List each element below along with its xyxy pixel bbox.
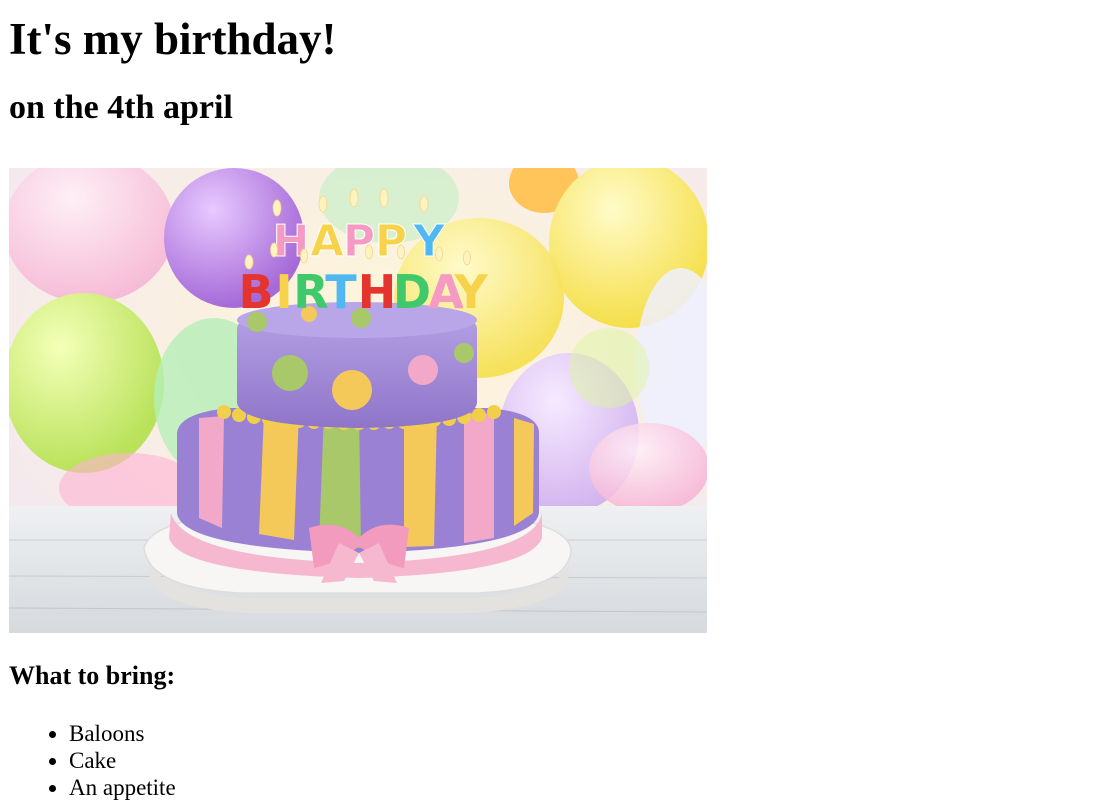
svg-text:P: P <box>343 216 375 267</box>
bring-heading: What to bring: <box>9 661 176 690</box>
list-item: Baloons <box>69 720 176 747</box>
birthday-cake-image: H A P P Y B I R T H D A Y <box>9 168 707 633</box>
list-item: Cake <box>69 747 176 774</box>
svg-text:I: I <box>275 265 292 319</box>
svg-text:A: A <box>310 216 344 267</box>
svg-text:B: B <box>238 265 273 319</box>
page-content: It's my birthday! on the 4th april H A P… <box>9 0 1089 800</box>
list-item: An appetite <box>69 774 176 801</box>
svg-text:R: R <box>293 265 328 319</box>
page-title: It's my birthday! <box>9 14 337 64</box>
svg-text:P: P <box>375 216 407 267</box>
page-subtitle: on the 4th april <box>9 89 233 126</box>
svg-text:H: H <box>358 265 397 319</box>
svg-text:D: D <box>393 265 431 319</box>
svg-text:Y: Y <box>453 265 488 319</box>
bring-list: Baloons Cake An appetite <box>9 720 176 801</box>
svg-text:T: T <box>325 265 357 319</box>
